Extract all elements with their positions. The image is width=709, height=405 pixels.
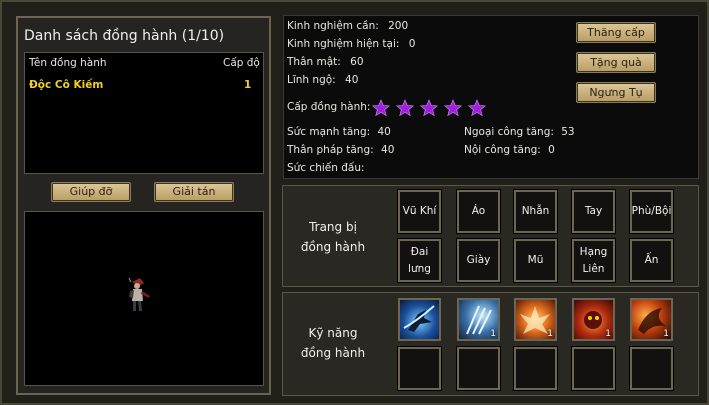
exp-current-label: Kinh nghiệm hiện tại: (287, 38, 400, 50)
exp-needed-label: Kinh nghiệm cần: (287, 20, 379, 32)
inner-attack-value: 0 (548, 144, 555, 156)
comprehension-value: 40 (345, 74, 359, 86)
agility-value: 40 (381, 144, 395, 156)
equip-slot-amulet[interactable]: Phù/Bội (629, 189, 674, 234)
intimacy-value: 60 (350, 56, 364, 68)
skill-count: 1 (490, 329, 496, 339)
exp-current-value: 0 (408, 38, 416, 50)
equip-slot-ring[interactable]: Nhẫn (513, 189, 558, 234)
companion-character-sprite (128, 277, 150, 311)
companion-window: Danh sách đồng hành (1/10) Tên đồng hành… (0, 0, 709, 405)
companion-list-title: Danh sách đồng hành (1/10) (24, 28, 225, 44)
skill-count: 1 (547, 329, 553, 339)
equipment-panel: Trang bị đồng hành Vũ Khí Áo Nhẫn Tay Ph… (282, 185, 699, 287)
skill-slot-empty[interactable] (397, 346, 442, 391)
equip-slot-weapon[interactable]: Vũ Khí (397, 189, 442, 234)
intimacy-label: Thân mật: (287, 56, 341, 68)
skill-count: 1 (605, 329, 611, 339)
skill-slot-2[interactable]: 1 (457, 298, 500, 341)
star-icon (372, 99, 390, 117)
inner-attack-label: Nội công tăng: (464, 144, 541, 156)
equip-slot-belt[interactable]: Đai lưng (397, 238, 442, 283)
outer-attack-label: Ngoại công tăng: (464, 126, 554, 138)
star-icon (396, 99, 414, 117)
skill-slot-1[interactable] (398, 298, 441, 341)
skill-count: 1 (663, 329, 669, 339)
skills-label-line1: Kỹ năng (308, 326, 358, 340)
equip-slot-necklace-line2: Liên (582, 262, 605, 275)
equip-slot-hat[interactable]: Mũ (513, 238, 558, 283)
list-item[interactable]: Độc Cô Kiếm 1 (25, 79, 263, 95)
outer-attack-row: Ngoại công tăng: 53 (464, 126, 575, 138)
comprehension-row: Lĩnh ngộ: 40 (287, 74, 358, 86)
condense-button[interactable]: Ngưng Tụ (576, 82, 656, 103)
level-up-button[interactable]: Thăng cấp (576, 22, 656, 43)
exp-needed-row: Kinh nghiệm cần: 200 (287, 20, 408, 32)
agility-row: Thân pháp tăng: 40 (287, 144, 394, 156)
column-header-name: Tên đồng hành (29, 57, 107, 69)
shadow-dash-skill-icon (403, 305, 435, 332)
exp-needed-value: 200 (388, 20, 409, 32)
equip-slot-belt-line2: lưng (408, 262, 431, 275)
dismiss-button[interactable]: Giải tán (154, 182, 234, 202)
companion-level-label: Cấp đồng hành: (287, 101, 371, 113)
skill-slot-4[interactable]: 1 (572, 298, 615, 341)
star-icon (444, 99, 462, 117)
strength-label: Sức mạnh tăng: (287, 126, 371, 138)
skill-slot-empty[interactable] (571, 346, 616, 391)
companion-level: 1 (244, 79, 252, 91)
comprehension-label: Lĩnh ngộ: (287, 74, 336, 86)
skill-slot-empty[interactable] (456, 346, 501, 391)
companion-list-panel: Danh sách đồng hành (1/10) Tên đồng hành… (16, 16, 271, 395)
agility-label: Thân pháp tăng: (287, 144, 374, 156)
inner-attack-row: Nội công tăng: 0 (464, 144, 555, 156)
equip-slot-gloves[interactable]: Tay (571, 189, 616, 234)
combat-power-label: Sức chiến đấu: (287, 162, 365, 174)
companion-name: Độc Cô Kiếm (29, 79, 104, 91)
companion-preview (24, 211, 264, 386)
skill-slot-3[interactable]: 1 (514, 298, 557, 341)
skills-label-line2: đồng hành (300, 346, 366, 360)
column-header-level: Cấp độ (223, 57, 260, 69)
equip-slot-necklace-line1: Hạng (579, 245, 608, 258)
skills-label: Kỹ năng đồng hành (283, 323, 383, 363)
exp-current-row: Kinh nghiệm hiện tại: 0 (287, 38, 415, 50)
equip-slot-armor[interactable]: Áo (456, 189, 501, 234)
equip-slot-seal[interactable]: Ấn (629, 238, 674, 283)
skill-slot-empty[interactable] (513, 346, 558, 391)
star-icon (468, 99, 486, 117)
equip-slot-belt-line1: Đai (410, 245, 429, 258)
gift-button[interactable]: Tặng quà (576, 52, 656, 73)
skill-slot-empty[interactable] (629, 346, 674, 391)
equip-slot-necklace[interactable]: Hạng Liên (571, 238, 616, 283)
equipment-label-line1: Trang bị (309, 220, 357, 234)
equipment-label: Trang bị đồng hành (283, 217, 383, 257)
strength-row: Sức mạnh tăng: 40 (287, 126, 391, 138)
skills-panel: Kỹ năng đồng hành 1 1 1 1 (282, 292, 699, 396)
star-icon (420, 99, 438, 117)
skill-slot-5[interactable]: 1 (630, 298, 673, 341)
help-button[interactable]: Giúp đỡ (51, 182, 131, 202)
equip-slot-boots[interactable]: Giày (456, 238, 501, 283)
outer-attack-value: 53 (561, 126, 575, 138)
equipment-label-line2: đồng hành (300, 240, 366, 254)
intimacy-row: Thân mật: 60 (287, 56, 364, 68)
strength-value: 40 (377, 126, 391, 138)
companion-list: Tên đồng hành Cấp độ Độc Cô Kiếm 1 (24, 52, 264, 174)
